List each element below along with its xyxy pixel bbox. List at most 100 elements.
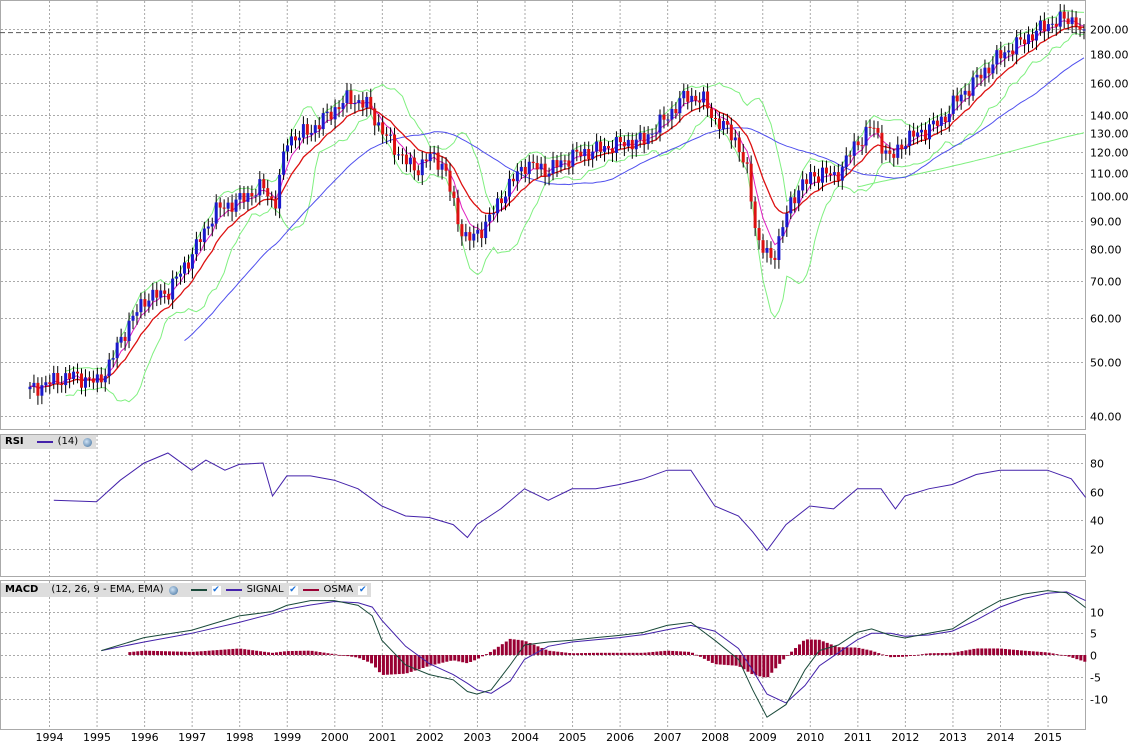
candle-body: [424, 159, 428, 162]
osma-bar: [758, 655, 762, 677]
candle-body: [1066, 18, 1070, 25]
candle-body: [1019, 37, 1023, 40]
osma-bar: [778, 655, 782, 664]
osma-bar: [702, 655, 706, 659]
candle-body: [824, 167, 828, 174]
candle-body: [404, 154, 408, 165]
osma-bar: [869, 650, 873, 655]
osma-bar: [496, 646, 500, 655]
candle-body: [872, 127, 876, 129]
osma-bar: [191, 651, 195, 655]
candle-body: [234, 199, 238, 212]
candle-body: [333, 107, 337, 120]
osma-bar: [940, 653, 944, 655]
osma-bar: [488, 651, 492, 655]
candle-body: [143, 299, 147, 307]
osma-bar: [282, 651, 286, 655]
signal-toggle-checkbox[interactable]: ✔: [288, 585, 298, 595]
candle-body: [935, 120, 939, 126]
candle-body: [32, 382, 36, 387]
x-tick-label: 2004: [511, 731, 539, 744]
x-tick-label: 2000: [321, 731, 349, 744]
osma-bar: [187, 651, 191, 655]
osma-bar: [163, 651, 167, 655]
candle-body: [622, 142, 626, 147]
price-tick-label: 90.00: [1090, 216, 1122, 229]
osma-toggle-checkbox[interactable]: ✔: [358, 585, 368, 595]
osma-bar: [853, 647, 857, 655]
candle-body: [1007, 50, 1011, 53]
candle-body: [79, 373, 83, 388]
candle-body: [282, 151, 286, 175]
osma-bar: [1039, 651, 1043, 655]
candle-body: [40, 385, 44, 396]
price-tick-label: 60.00: [1090, 313, 1122, 326]
candle-body: [503, 196, 507, 204]
candle-body: [955, 95, 959, 102]
osma-bar: [908, 655, 912, 656]
candle-body: [1050, 23, 1054, 25]
macd-settings-icon[interactable]: [168, 585, 178, 595]
osma-bar: [889, 655, 893, 658]
osma-bar: [920, 654, 924, 655]
candle-body: [484, 221, 488, 239]
candle-body: [820, 167, 824, 183]
osma-bar: [790, 651, 794, 655]
osma-bar: [980, 648, 984, 655]
osma-bar: [568, 652, 572, 655]
osma-bar: [152, 650, 156, 655]
candle-body: [1015, 37, 1019, 55]
osma-bar: [160, 651, 164, 655]
candle-body: [496, 198, 500, 214]
macd-toggle-checkbox[interactable]: ✔: [211, 585, 221, 595]
candle-body: [198, 239, 202, 243]
candle-body: [353, 103, 357, 105]
candle-body: [52, 372, 56, 385]
candle-body: [321, 113, 325, 130]
rsi-settings-icon[interactable]: [83, 437, 93, 447]
candle-body: [72, 371, 76, 379]
osma-bar: [409, 655, 413, 672]
candle-body: [706, 91, 710, 109]
candle-body: [789, 197, 793, 214]
candle-body: [28, 386, 32, 390]
candle-body: [408, 157, 412, 165]
rsi-swatch: [36, 441, 53, 443]
osma-bar: [156, 651, 160, 655]
osma-bar: [718, 655, 722, 665]
osma-bar: [326, 653, 330, 655]
macd-swatch: [190, 589, 207, 591]
osma-bar: [259, 651, 263, 655]
candle-body: [975, 74, 979, 78]
osma-bar: [362, 655, 366, 660]
osma-bar: [207, 650, 211, 655]
candle-body: [614, 136, 618, 153]
macd-tick-label: -10: [1090, 694, 1108, 707]
osma-bar: [801, 640, 805, 655]
candle-body: [828, 173, 832, 176]
candle-body: [139, 299, 143, 313]
osma-bar: [358, 655, 362, 659]
candle-body: [60, 383, 64, 386]
candle-body: [44, 382, 48, 386]
candle-body: [365, 96, 369, 108]
osma-bar: [885, 655, 889, 656]
candle-body: [717, 118, 721, 129]
candle-body: [428, 153, 432, 162]
osma-bar: [996, 648, 1000, 655]
osma-bar: [782, 655, 786, 660]
osma-bar: [457, 655, 461, 662]
osma-bar: [647, 652, 651, 655]
candle-body: [309, 132, 313, 135]
osma-bar: [338, 654, 342, 656]
price-tick-label: 110.00: [1090, 168, 1129, 181]
x-tick-label: 2014: [987, 731, 1015, 744]
ema-fast-line: [29, 19, 1085, 390]
candle-body: [325, 111, 329, 114]
osma-bar: [314, 651, 318, 655]
candle-body: [674, 109, 678, 114]
signal-line: [101, 591, 1086, 704]
candle-body: [959, 94, 963, 102]
candle-body: [313, 125, 317, 133]
osma-bar: [560, 652, 564, 655]
